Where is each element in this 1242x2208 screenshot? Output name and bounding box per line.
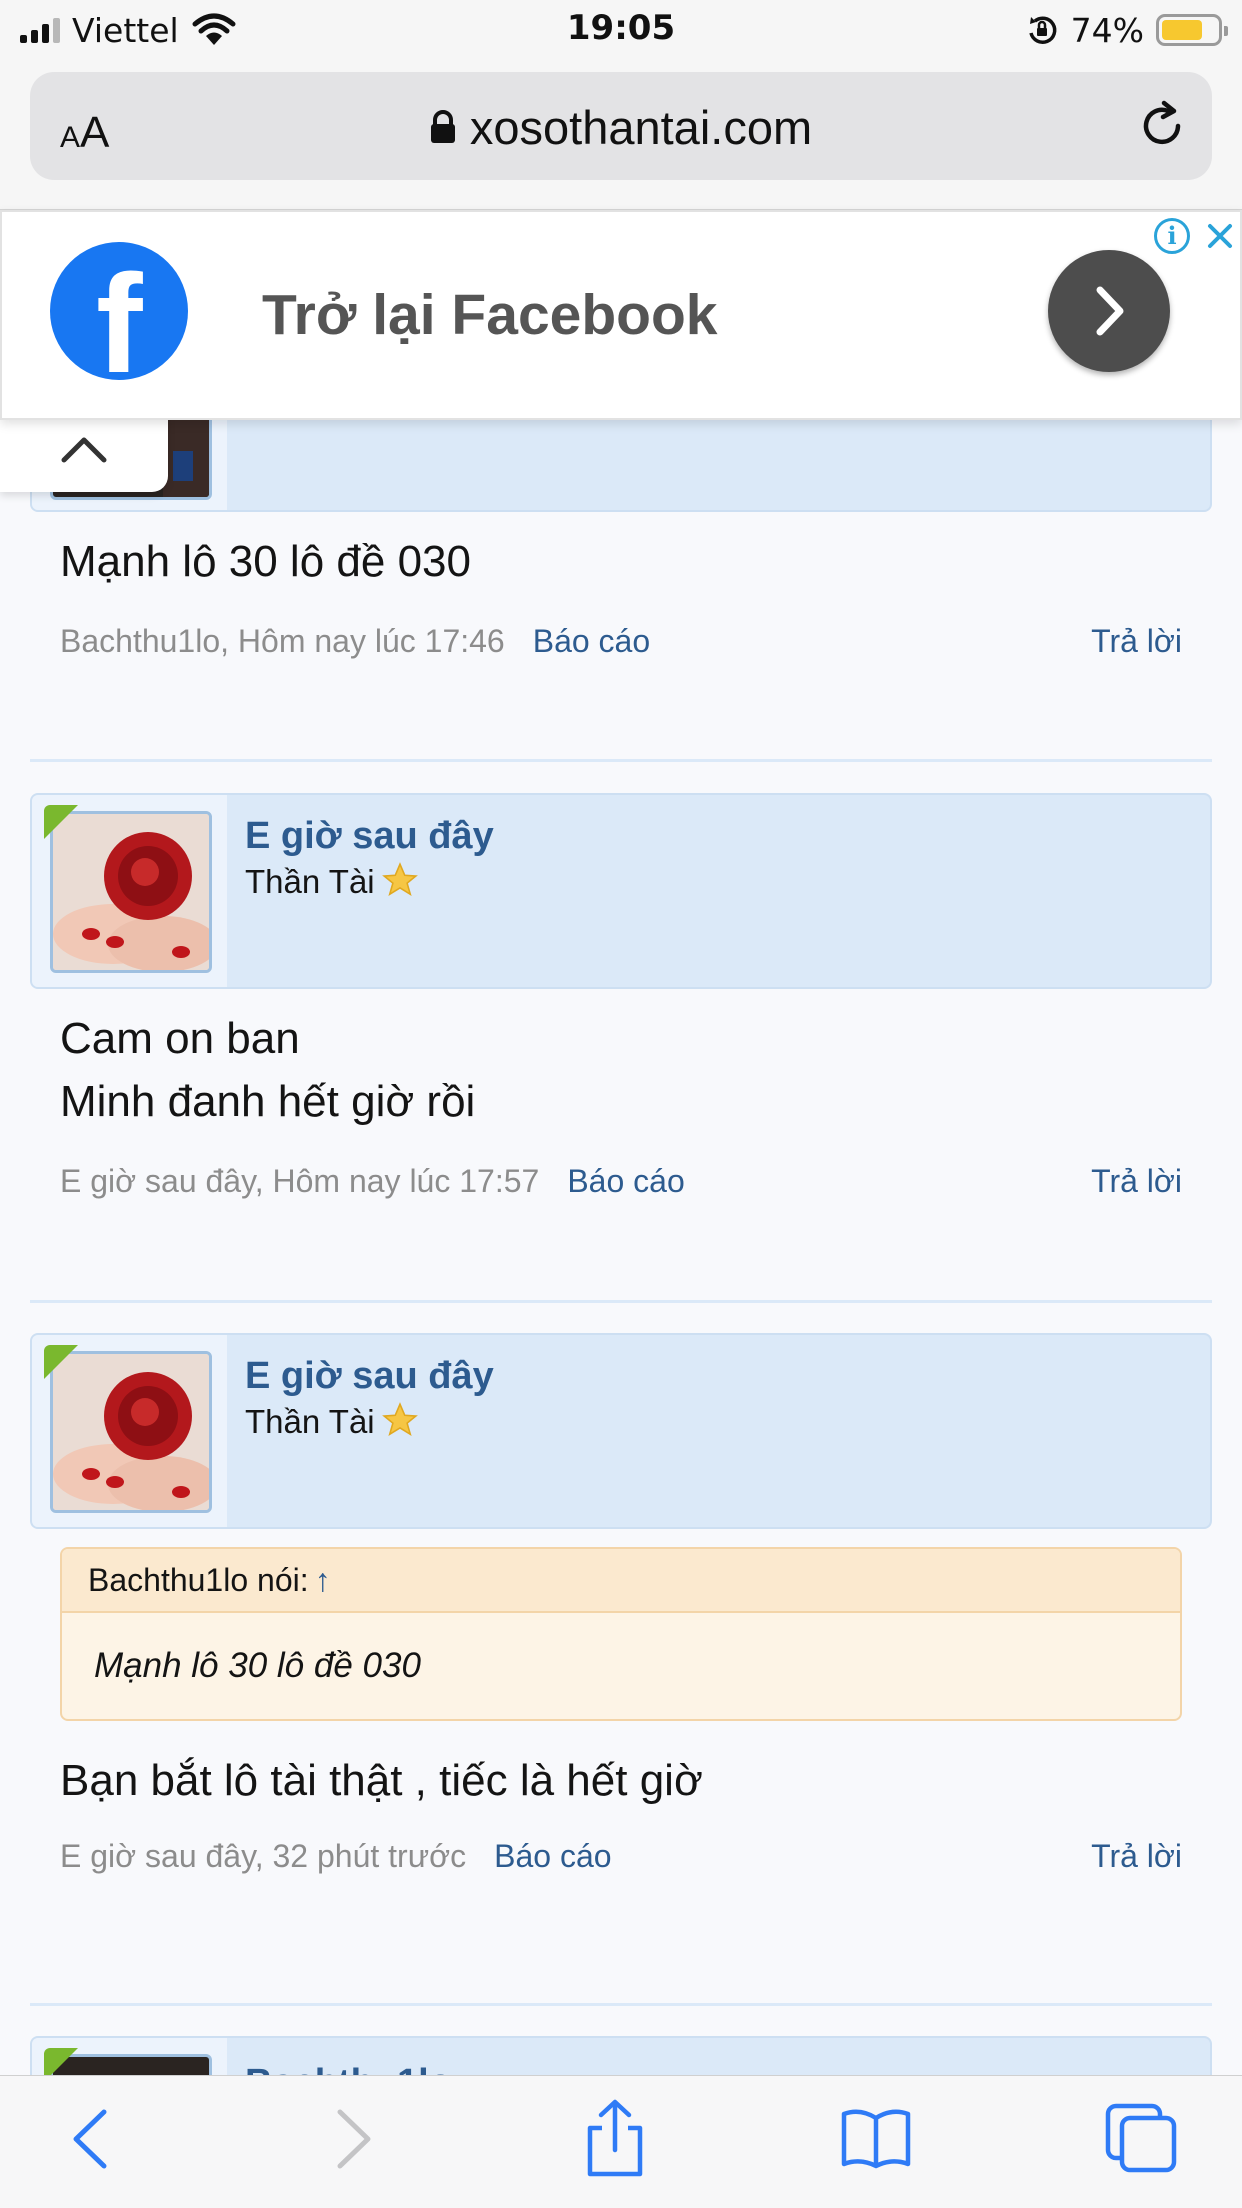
back-icon[interactable] <box>66 2106 116 2172</box>
post-divider <box>30 759 1212 762</box>
address-bar[interactable]: AA xosothantai.com <box>30 72 1212 180</box>
post-author-time: E giờ sau đây, Hôm nay lúc 17:57 <box>60 1163 540 1199</box>
forward-icon[interactable] <box>328 2106 378 2172</box>
ad-go-button[interactable] <box>1048 250 1170 372</box>
ad-info-icon[interactable]: i <box>1154 218 1190 254</box>
share-icon[interactable] <box>584 2098 646 2178</box>
post-meta: E giờ sau đây, 32 phút trước Báo cáo Trả … <box>30 1838 1212 1878</box>
chevron-right-icon <box>1096 286 1124 336</box>
ad-collapse-button[interactable] <box>0 412 168 492</box>
quote-header: Bachthu1lo nói: ↑ <box>62 1549 1180 1613</box>
post-author-time: Bachthu1lo, Hôm nay lúc 17:46 <box>60 623 505 659</box>
post-divider <box>30 2003 1212 2006</box>
status-bar: Viettel 19:05 74% <box>0 0 1242 60</box>
chevron-up-icon <box>61 437 107 463</box>
post-meta: E giờ sau đây, Hôm nay lúc 17:57 Báo cáo … <box>30 1163 1212 1203</box>
post-message: Bạn bắt lô tài thật , tiếc là hết giờ <box>60 1756 703 1805</box>
quote-author: Bachthu1lo nói: <box>88 1562 309 1598</box>
ad-banner[interactable]: f Trở lại Facebook i <box>0 210 1242 420</box>
browser-toolbar <box>0 2075 1242 2208</box>
avatar[interactable] <box>50 811 212 973</box>
facebook-logo-icon: f <box>50 242 188 394</box>
post-divider <box>30 1300 1212 1303</box>
post-message: Mạnh lô 30 lô đề 030 <box>60 537 471 586</box>
post: E giờ sau đây Thần Tài Bachthu1lo nói: ↑ … <box>30 1333 1212 1878</box>
ad-text: Trở lại Facebook <box>262 283 718 347</box>
star-icon <box>381 1402 418 1437</box>
tabs-icon[interactable] <box>1104 2102 1178 2174</box>
user-title: Thần Tài <box>245 1402 419 1441</box>
report-link[interactable]: Báo cáo <box>494 1838 611 1874</box>
orientation-lock-icon <box>1028 16 1057 44</box>
reply-link[interactable]: Trả lời <box>1091 1163 1182 1200</box>
browser-address-area: AA xosothantai.com <box>0 60 1242 210</box>
report-link[interactable]: Báo cáo <box>533 623 650 659</box>
post-header: E giờ sau đây Thần Tài <box>30 1333 1212 1529</box>
avatar[interactable] <box>50 1351 212 1513</box>
reload-icon[interactable] <box>1136 100 1188 152</box>
post-author-time: E giờ sau đây, 32 phút trước <box>60 1838 467 1874</box>
quote-text: Mạnh lô 30 lô đề 030 <box>94 1646 421 1685</box>
battery-percent: 74% <box>1070 10 1144 50</box>
url-display[interactable]: xosothantai.com <box>30 100 1212 155</box>
user-title: Thần Tài <box>245 862 419 901</box>
post-username[interactable]: E giờ sau đây <box>245 815 494 858</box>
ad-close-icon[interactable] <box>1200 216 1240 256</box>
post-username[interactable]: E giờ sau đây <box>245 1355 494 1398</box>
reply-link[interactable]: Trả lời <box>1091 623 1182 660</box>
post-message: Cam on ban Minh đanh hết giờ rồi <box>60 1014 476 1126</box>
post-header: E giờ sau đây Thần Tài <box>30 793 1212 989</box>
quote-jump-arrow-icon[interactable]: ↑ <box>315 1562 331 1598</box>
star-icon <box>381 862 418 897</box>
post-meta: Bachthu1lo, Hôm nay lúc 17:46 Báo cáo Trả… <box>30 623 1212 663</box>
reply-link[interactable]: Trả lời <box>1091 1838 1182 1875</box>
report-link[interactable]: Báo cáo <box>567 1163 684 1199</box>
url-text: xosothantai.com <box>469 101 813 154</box>
quote-block: Bachthu1lo nói: ↑ Mạnh lô 30 lô đề 030 <box>60 1547 1182 1721</box>
bookmarks-icon[interactable] <box>840 2106 912 2170</box>
post: E giờ sau đây Thần Tài Cam on ban Minh đ… <box>30 793 1212 1203</box>
battery-icon <box>1156 14 1228 46</box>
lock-icon <box>430 109 455 143</box>
